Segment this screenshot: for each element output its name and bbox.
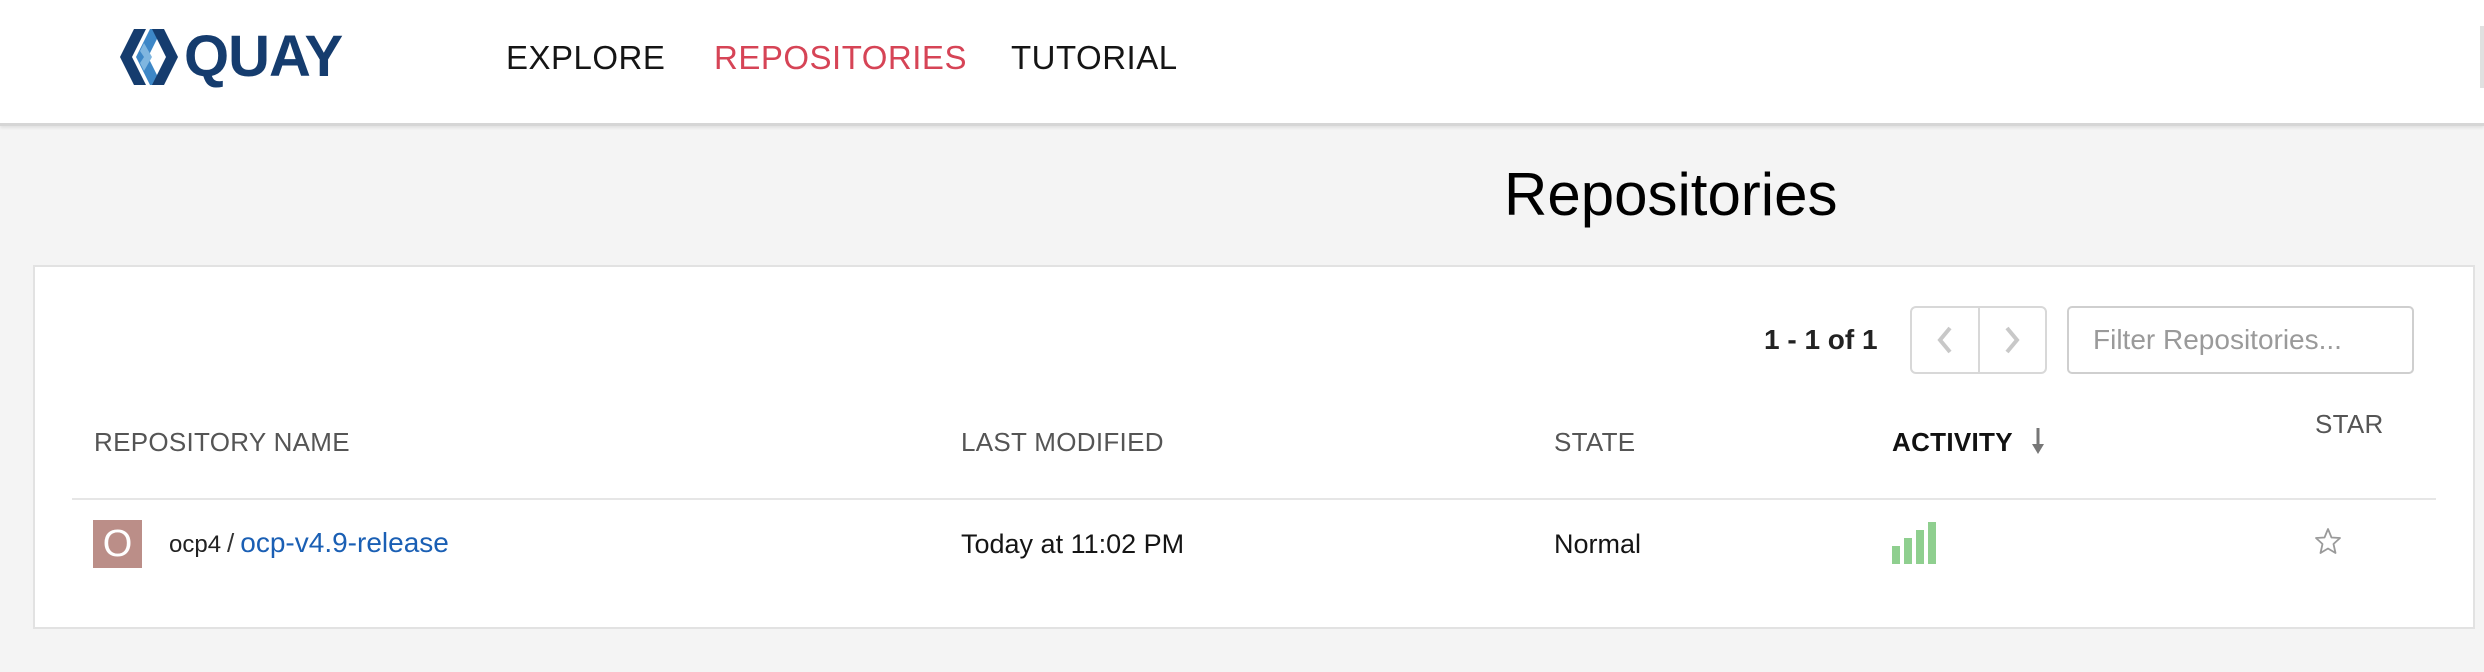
table-divider [72, 498, 2436, 500]
nav-explore[interactable]: EXPLORE [506, 38, 665, 78]
chevron-right-icon [2005, 326, 2020, 354]
activity-bar [1916, 530, 1924, 564]
header-star: STAR [2315, 409, 2384, 439]
previous-page-button[interactable] [1912, 308, 1978, 372]
header-activity[interactable]: ACTIVITY [1892, 426, 2013, 458]
activity-bars-icon [1892, 522, 1936, 564]
navbar-edge-divider [2480, 26, 2484, 88]
namespace-avatar: O [93, 520, 142, 568]
activity-bar [1892, 546, 1900, 564]
quay-logo[interactable]: QUAY [120, 24, 343, 89]
namespace-separator: / [227, 528, 235, 558]
nav-repositories[interactable]: REPOSITORIES [714, 38, 967, 78]
activity-bar [1904, 538, 1912, 564]
activity-bar [1928, 522, 1936, 564]
last-modified-cell: Today at 11:02 PM [961, 529, 1185, 559]
quay-logo-icon [120, 29, 178, 85]
top-navbar: QUAY EXPLORE REPOSITORIES TUTORIAL [0, 0, 2484, 126]
brand-name: QUAY [184, 24, 343, 89]
header-last-modified[interactable]: LAST MODIFIED [961, 426, 1164, 458]
nav-tutorial[interactable]: TUTORIAL [1011, 38, 1178, 78]
chevron-left-icon [1937, 326, 1952, 354]
repository-namespace: ocp4 [169, 531, 222, 558]
sort-descending-icon[interactable] [2030, 426, 2046, 456]
header-state[interactable]: STATE [1554, 426, 1635, 458]
repository-link[interactable]: ocp-v4.9-release [240, 527, 449, 558]
header-repository-name[interactable]: REPOSITORY NAME [94, 426, 350, 458]
pagination-count: 1 - 1 of 1 [1764, 324, 1878, 355]
pagination-controls [1910, 306, 2047, 374]
repository-name-cell: ocp4/ocp-v4.9-release [169, 528, 449, 560]
next-page-button[interactable] [1977, 308, 2046, 372]
page-title: Repositories [1504, 161, 1838, 228]
filter-repositories-input[interactable] [2067, 306, 2414, 374]
state-cell: Normal [1554, 529, 1642, 559]
star-icon[interactable] [2314, 527, 2342, 555]
